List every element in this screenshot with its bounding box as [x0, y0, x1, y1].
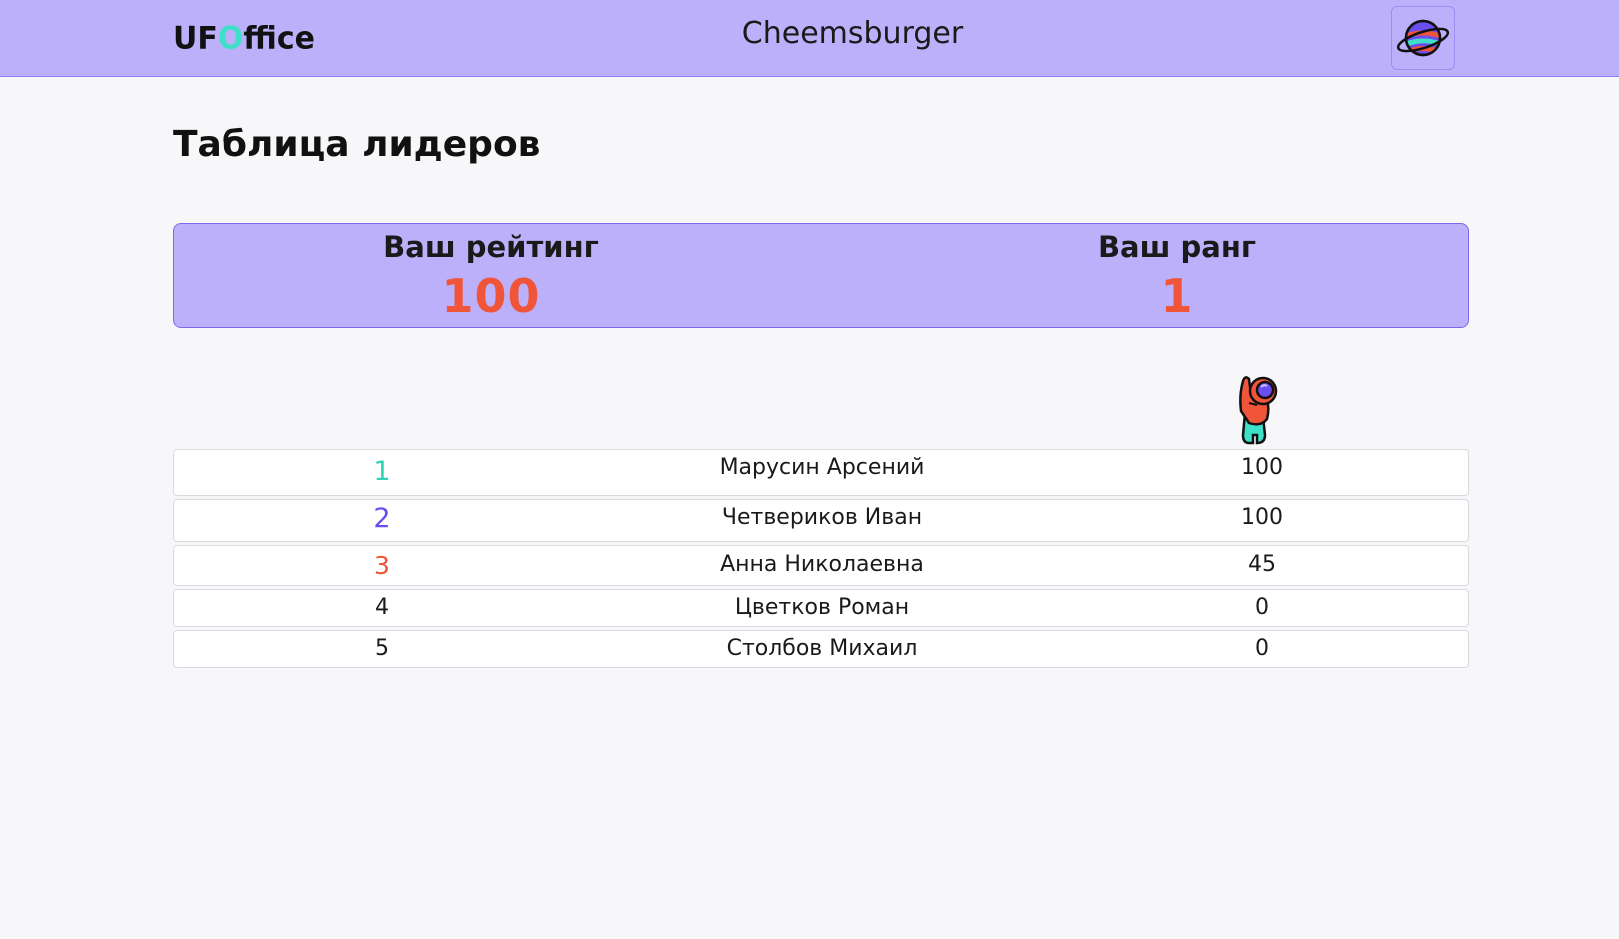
- player-name: Цветков Роман: [734, 595, 910, 620]
- player-name: Четвериков Иван: [721, 505, 923, 530]
- rank-stat: Ваш ранг 1: [977, 224, 1377, 320]
- player-score: 100: [1241, 455, 1283, 480]
- user-name-title: Cheemsburger: [741, 16, 964, 51]
- player-score: 45: [1248, 552, 1276, 577]
- rating-stat: Ваш рейтинг 100: [291, 224, 691, 320]
- table-row: 2 Четвериков Иван 100: [173, 499, 1469, 542]
- player-name: Столбов Михаил: [726, 636, 918, 661]
- place-number: 2: [373, 503, 391, 534]
- page-title: Таблица лидеров: [173, 124, 541, 165]
- player-name: Анна Николаевна: [720, 552, 924, 577]
- rank-value: 1: [1160, 269, 1194, 323]
- table-row: 3 Анна Николаевна 45: [173, 545, 1469, 586]
- rating-value: 100: [441, 269, 541, 323]
- place-number: 4: [375, 595, 389, 620]
- table-row: 4 Цветков Роман 0: [173, 589, 1469, 627]
- player-score: 100: [1241, 505, 1283, 530]
- top-bar: UFOffice Cheemsburger: [0, 0, 1619, 77]
- rating-label: Ваш рейтинг: [383, 230, 599, 264]
- place-number: 1: [373, 456, 391, 487]
- planet-icon: [1396, 19, 1450, 57]
- player-score: 0: [1255, 595, 1269, 620]
- table-row: 5 Столбов Михаил 0: [173, 630, 1469, 668]
- user-stats-panel: Ваш рейтинг 100 Ваш ранг 1: [173, 223, 1469, 328]
- profile-button[interactable]: [1391, 6, 1455, 70]
- place-number: 3: [374, 551, 390, 580]
- astronaut-icon: [1239, 376, 1278, 445]
- place-number: 5: [375, 636, 389, 661]
- player-score: 0: [1255, 636, 1269, 661]
- rank-label: Ваш ранг: [1097, 230, 1257, 264]
- leaderboard-table: 1 Марусин Арсений 100 2 Четвериков Иван …: [173, 449, 1469, 671]
- table-row: 1 Марусин Арсений 100: [173, 449, 1469, 496]
- player-name: Марусин Арсений: [719, 455, 925, 480]
